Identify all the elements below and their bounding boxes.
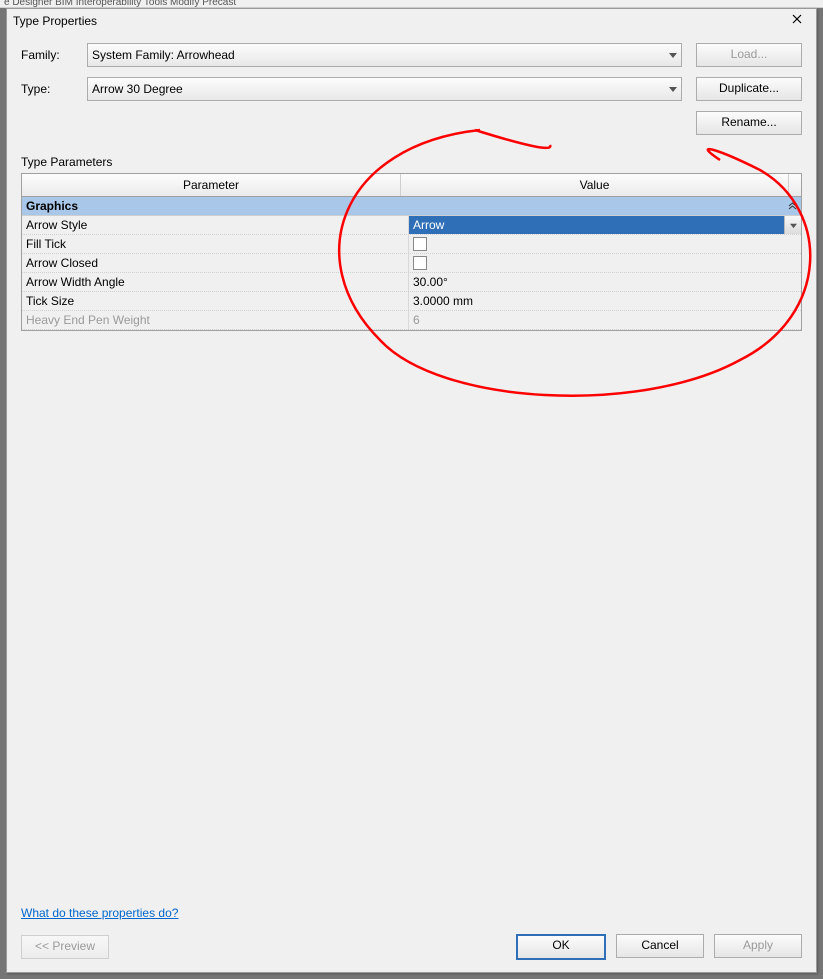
- family-value: System Family: Arrowhead: [92, 48, 235, 62]
- parameters-grid: Parameter Value Graphics Arrow Style Arr…: [21, 173, 802, 331]
- type-parameters-label: Type Parameters: [21, 155, 802, 169]
- row-arrow-width-angle: Arrow Width Angle 30.00°: [22, 273, 801, 292]
- column-header-value[interactable]: Value: [401, 174, 789, 196]
- arrow-closed-value-cell[interactable]: [409, 254, 801, 272]
- row-arrow-style: Arrow Style Arrow: [22, 216, 801, 235]
- heavy-end-value: 6: [413, 313, 420, 327]
- row-arrow-closed: Arrow Closed: [22, 254, 801, 273]
- tick-size-value-cell[interactable]: 3.0000 mm: [409, 292, 801, 310]
- duplicate-button[interactable]: Duplicate...: [696, 77, 802, 101]
- type-label: Type:: [21, 82, 87, 96]
- app-menubar-fragment: e Designer BIM Interoperability Tools Mo…: [0, 0, 823, 8]
- load-button: Load...: [696, 43, 802, 67]
- tick-size-value: 3.0000 mm: [413, 294, 473, 308]
- arrow-closed-checkbox[interactable]: [413, 256, 427, 270]
- family-label: Family:: [21, 48, 87, 62]
- chevron-down-icon: [669, 82, 677, 96]
- arrow-width-angle-value-cell[interactable]: 30.00°: [409, 273, 801, 291]
- cancel-button[interactable]: Cancel: [616, 934, 704, 958]
- row-fill-tick: Fill Tick: [22, 235, 801, 254]
- family-dropdown[interactable]: System Family: Arrowhead: [87, 43, 682, 67]
- heavy-end-value-cell: 6: [409, 311, 801, 329]
- fill-tick-checkbox[interactable]: [413, 237, 427, 251]
- preview-button[interactable]: << Preview: [21, 935, 109, 959]
- rename-button[interactable]: Rename...: [696, 111, 802, 135]
- apply-button: Apply: [714, 934, 802, 958]
- arrow-width-angle-value: 30.00°: [413, 275, 448, 289]
- chevron-down-icon[interactable]: [784, 216, 801, 234]
- type-value: Arrow 30 Degree: [92, 82, 183, 96]
- ok-button[interactable]: OK: [516, 934, 606, 960]
- param-label: Arrow Width Angle: [22, 273, 409, 291]
- param-label: Arrow Style: [22, 216, 409, 234]
- row-heavy-end-pen-weight: Heavy End Pen Weight 6: [22, 311, 801, 330]
- dialog-title: Type Properties: [13, 9, 97, 33]
- chevron-down-icon: [669, 48, 677, 62]
- column-header-spacer: [789, 174, 801, 196]
- group-row-graphics[interactable]: Graphics: [22, 197, 801, 216]
- dialog-titlebar: Type Properties: [7, 9, 816, 33]
- row-tick-size: Tick Size 3.0000 mm: [22, 292, 801, 311]
- type-dropdown[interactable]: Arrow 30 Degree: [87, 77, 682, 101]
- collapse-icon[interactable]: [788, 201, 797, 212]
- type-properties-dialog: Type Properties Family: System Family: A…: [6, 8, 817, 973]
- close-icon[interactable]: [784, 12, 810, 30]
- arrow-style-value-cell[interactable]: Arrow: [409, 216, 801, 234]
- arrow-style-value: Arrow: [413, 218, 444, 232]
- param-label: Arrow Closed: [22, 254, 409, 272]
- help-link[interactable]: What do these properties do?: [21, 906, 178, 920]
- fill-tick-value-cell[interactable]: [409, 235, 801, 253]
- group-label: Graphics: [26, 199, 78, 213]
- column-header-parameter[interactable]: Parameter: [22, 174, 401, 196]
- param-label: Fill Tick: [22, 235, 409, 253]
- param-label: Tick Size: [22, 292, 409, 310]
- param-label: Heavy End Pen Weight: [22, 311, 409, 329]
